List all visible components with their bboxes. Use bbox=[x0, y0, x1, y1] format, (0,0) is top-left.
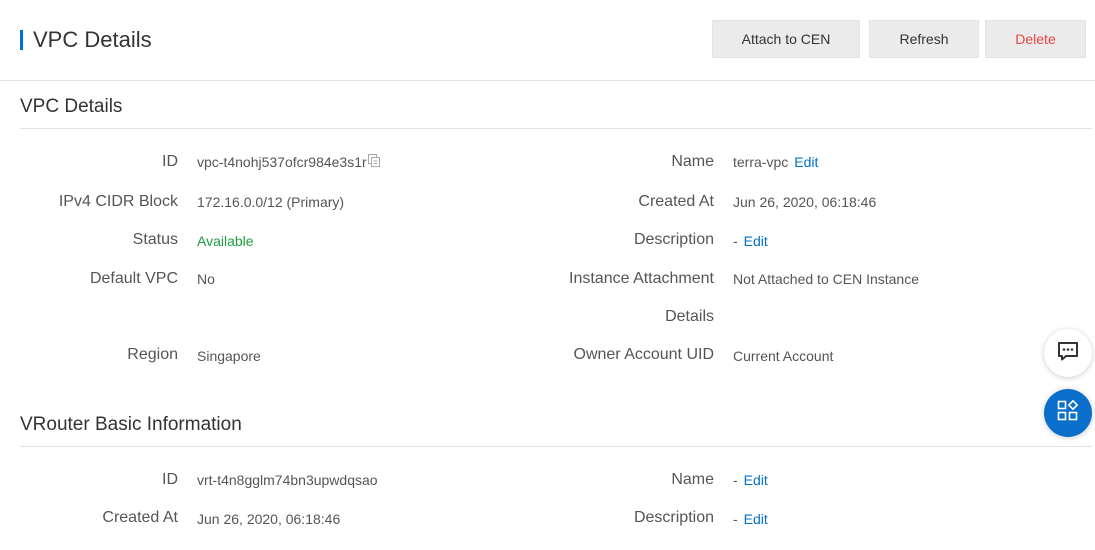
vpc-created-label: Created At bbox=[638, 193, 714, 210]
default-vpc-value: No bbox=[197, 271, 215, 287]
vrouter-created-label: Created At bbox=[102, 509, 178, 526]
attachment-label-line1: Instance Attachment bbox=[569, 270, 714, 287]
vrouter-description-edit-link[interactable]: Edit bbox=[744, 511, 768, 527]
default-vpc-label: Default VPC bbox=[89, 270, 178, 287]
vrouter-created-value: Jun 26, 2020, 06:18:46 bbox=[197, 511, 341, 527]
vrouter-description-text: - bbox=[733, 511, 738, 527]
cidr-value: 172.16.0.0/12 (Primary) bbox=[197, 194, 345, 210]
page-title: VPC Details bbox=[33, 27, 152, 52]
vpc-description-text: - bbox=[733, 233, 738, 249]
title-accent-bar bbox=[20, 30, 23, 50]
cidr-label: IPv4 CIDR Block bbox=[58, 193, 178, 210]
vrouter-description-label: Description bbox=[633, 509, 714, 526]
copy-icon[interactable] bbox=[367, 152, 380, 172]
vrouter-id-label: ID bbox=[162, 471, 178, 488]
chat-icon bbox=[1057, 341, 1079, 366]
apps-button[interactable] bbox=[1044, 389, 1092, 437]
vpc-name-edit-link[interactable]: Edit bbox=[794, 154, 818, 170]
vpc-id-value: vpc-t4nohj537ofcr984e3s1r bbox=[197, 152, 380, 173]
vrouter-name-value: - Edit bbox=[733, 470, 768, 490]
apps-icon bbox=[1057, 399, 1079, 427]
status-label: Status bbox=[132, 231, 178, 248]
vpc-name-label: Name bbox=[671, 153, 714, 170]
attachment-value: Not Attached to CEN Instance bbox=[733, 271, 919, 287]
section-divider bbox=[20, 446, 1092, 447]
owner-value: Current Account bbox=[733, 348, 834, 364]
refresh-button[interactable]: Refresh bbox=[869, 20, 979, 58]
vpc-name-text: terra-vpc bbox=[733, 154, 789, 170]
vrouter-id-value: vrt-t4n8gglm74bn3upwdqsao bbox=[197, 472, 378, 488]
status-badge: Available bbox=[197, 233, 254, 249]
attachment-label-line2: Details bbox=[665, 308, 714, 325]
vpc-description-label: Description bbox=[633, 231, 714, 248]
vpc-description-edit-link[interactable]: Edit bbox=[744, 233, 768, 249]
region-label: Region bbox=[127, 346, 178, 363]
vrouter-section-title: VRouter Basic Information bbox=[20, 414, 242, 435]
vrouter-name-text: - bbox=[733, 472, 738, 488]
vpc-name-value: terra-vpc Edit bbox=[733, 152, 818, 172]
vpc-description-value: - Edit bbox=[733, 231, 768, 251]
region-value: Singapore bbox=[197, 348, 261, 364]
vpc-section-title: VPC Details bbox=[20, 96, 123, 117]
section-divider bbox=[20, 128, 1092, 129]
vpc-id-label: ID bbox=[162, 153, 178, 170]
vpc-created-value: Jun 26, 2020, 06:18:46 bbox=[733, 194, 877, 210]
owner-label: Owner Account UID bbox=[573, 346, 715, 363]
vrouter-name-label: Name bbox=[671, 471, 714, 488]
attach-to-cen-button[interactable]: Attach to CEN bbox=[712, 20, 860, 58]
page-header: VPC Details Attach to CEN Refresh Delete bbox=[0, 0, 1095, 81]
vrouter-name-edit-link[interactable]: Edit bbox=[744, 472, 768, 488]
vpc-id-text: vpc-t4nohj537ofcr984e3s1r bbox=[197, 154, 367, 170]
chat-button[interactable] bbox=[1044, 329, 1092, 377]
delete-button[interactable]: Delete bbox=[985, 20, 1086, 58]
vrouter-description-value: - Edit bbox=[733, 509, 768, 529]
